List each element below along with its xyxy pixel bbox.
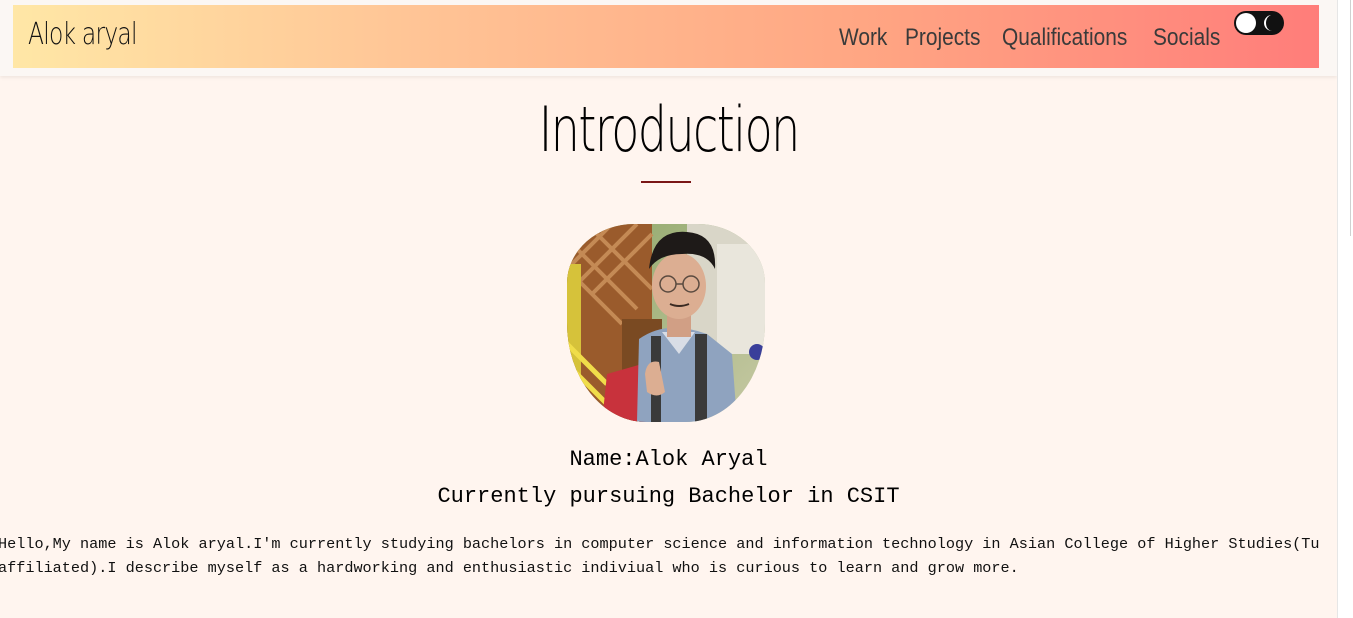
profile-photo [567, 224, 765, 422]
page-title: Introduction [538, 93, 800, 166]
brand-logo[interactable]: Alok aryal [28, 17, 137, 53]
profile-degree: Currently pursuing Bachelor in CSIT [437, 484, 900, 509]
scrollbar-thumb[interactable] [1340, 0, 1351, 236]
nav-link-work[interactable]: Work [839, 23, 896, 53]
nav-links: Work Projects Qualifications Socials [839, 23, 1233, 53]
title-divider [641, 181, 691, 183]
profile-photo-illustration [567, 224, 765, 422]
navbar: Alok aryal Work Projects Qualifications … [13, 5, 1319, 68]
toggle-knob [1236, 13, 1256, 33]
header: Alok aryal Work Projects Qualifications … [0, 0, 1337, 76]
profile-name: Name:Alok Aryal [569, 447, 768, 472]
vertical-scrollbar[interactable] [1337, 0, 1353, 618]
theme-toggle[interactable] [1234, 11, 1284, 35]
nav-link-socials[interactable]: Socials [1153, 23, 1223, 53]
nav-link-qualifications[interactable]: Qualifications [1002, 23, 1133, 53]
page: Alok aryal Work Projects Qualifications … [0, 0, 1337, 618]
bio-paragraph: Hello,My name is Alok aryal.I'm currentl… [0, 535, 1320, 577]
moon-icon [1264, 15, 1272, 31]
nav-link-projects[interactable]: Projects [905, 23, 989, 53]
